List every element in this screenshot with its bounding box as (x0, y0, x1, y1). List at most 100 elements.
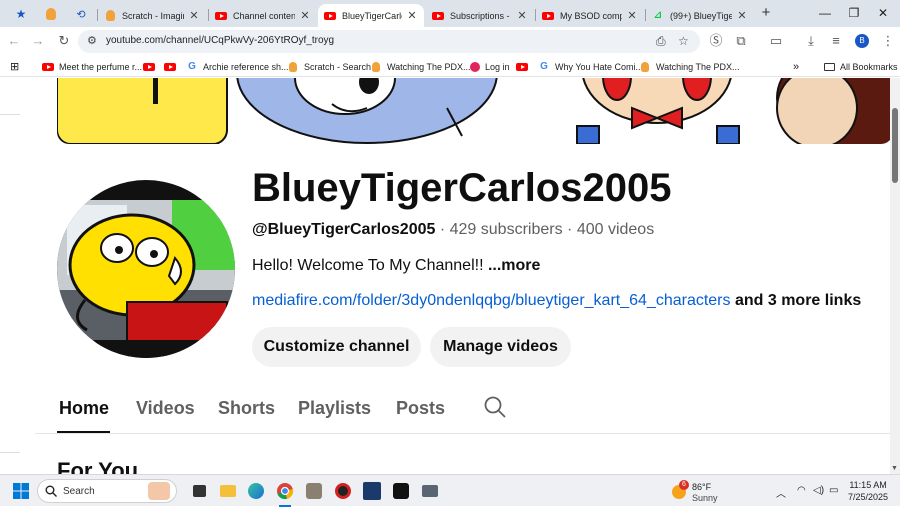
bookmark-item[interactable]: Watching The PDX... (370, 59, 471, 74)
close-tab-icon[interactable]: ✕ (626, 9, 638, 22)
channel-search-icon[interactable] (484, 396, 506, 418)
tab-search-icon[interactable]: ▭ (768, 33, 784, 49)
task-view-icon[interactable] (190, 482, 208, 500)
banner-artwork (57, 78, 890, 144)
scratch-icon (639, 61, 651, 73)
video-count: 400 videos (576, 221, 655, 238)
downloads-icon[interactable]: ⤓ (803, 33, 819, 49)
scrollbar-thumb[interactable] (892, 108, 898, 183)
bookmark-item[interactable]: G Why You Hate Comi... (538, 59, 643, 74)
bookmark-item[interactable]: Log in (470, 59, 510, 74)
search-highlight-icon (148, 482, 170, 500)
guide-divider (0, 452, 20, 453)
camera-app-icon[interactable] (421, 482, 439, 500)
forward-arrow-icon[interactable]: → (30, 33, 46, 49)
pinned-tab-scratch[interactable] (42, 5, 60, 23)
tabs-divider (35, 433, 890, 434)
browser-toolbar: ← → ↻ ⚙ youtube.com/channel/UCqPkwVy-206… (0, 27, 900, 56)
deviantart-icon (470, 61, 480, 72)
scroll-down-arrow-icon[interactable]: ▼ (891, 465, 898, 472)
tab-home[interactable]: Home (59, 398, 109, 419)
bookmark-star-icon[interactable]: ★ (12, 5, 30, 23)
bookmarks-overflow-icon[interactable]: » (793, 59, 799, 74)
windows-taskbar: Search 6 86°F Sunny ︿ ◠ ◁) ▭ 11:15 AM 7/… (0, 474, 900, 507)
tab-shorts[interactable]: Shorts (218, 398, 275, 419)
tray-overflow-chevron-icon[interactable]: ︿ (776, 485, 786, 500)
customize-channel-button[interactable]: Customize channel (252, 327, 421, 367)
all-bookmarks-folder[interactable]: All Bookmarks (824, 59, 898, 74)
media-app-icon[interactable] (305, 482, 323, 500)
edge-browser-icon[interactable] (247, 482, 265, 500)
volume-icon[interactable]: ◁) (813, 485, 824, 496)
description-more-link[interactable]: ...more (488, 257, 540, 274)
url-text[interactable]: youtube.com/channel/UCqPkwVy-206YtROyf_t… (106, 35, 334, 46)
tab-posts[interactable]: Posts (396, 398, 445, 419)
close-tab-icon[interactable]: ✕ (188, 9, 200, 22)
scratch-icon (104, 10, 116, 22)
bookmark-item[interactable]: Watching The PDX... (639, 59, 740, 74)
youtube-icon (542, 10, 554, 22)
youtube-icon (432, 10, 444, 22)
close-tab-icon[interactable]: ✕ (736, 9, 748, 22)
description-text: Hello! Welcome To My Channel!! (252, 257, 484, 274)
tab-playlists[interactable]: Playlists (298, 398, 371, 419)
wifi-icon[interactable]: ◠ (797, 485, 806, 496)
bookmark-star-outline-icon[interactable]: ☆ (678, 34, 689, 48)
bookmark-item[interactable]: Meet the perfume r... (42, 59, 142, 74)
back-arrow-icon[interactable]: ← (6, 33, 22, 49)
close-window-icon[interactable]: ✕ (873, 4, 893, 22)
close-tab-icon[interactable]: ✕ (299, 9, 311, 22)
youtube-icon (516, 61, 528, 73)
chrome-menu-icon[interactable]: ⋮ (880, 33, 896, 49)
google-icon: G (540, 61, 548, 72)
page-scrollbar[interactable]: ▼ (890, 78, 900, 474)
new-tab-button[interactable]: + (758, 5, 774, 21)
bookmark-item[interactable] (516, 59, 533, 74)
youtube-icon (42, 61, 54, 73)
reading-list-icon[interactable]: ≡ (828, 33, 844, 49)
close-tab-icon[interactable]: ✕ (516, 9, 528, 22)
bookmark-item[interactable]: Scratch - Search (287, 59, 371, 74)
recorder-app-icon[interactable] (334, 482, 352, 500)
apps-grid-icon[interactable]: ⊞ (10, 59, 19, 74)
bookmark-item[interactable] (143, 59, 160, 74)
channel-external-link[interactable]: mediafire.com/folder/3dy0ndenlqqbg/bluey… (252, 292, 731, 309)
scratch-icon (46, 8, 56, 20)
channel-links: mediafire.com/folder/3dy0ndenlqqbg/bluey… (252, 292, 861, 310)
manage-videos-button[interactable]: Manage videos (430, 327, 571, 367)
install-app-icon[interactable]: ⎙ (656, 34, 666, 49)
channel-banner (57, 78, 890, 144)
reload-icon[interactable]: ↻ (56, 33, 72, 49)
system-clock[interactable]: 11:15 AM 7/25/2025 (848, 479, 888, 503)
game-app-icon[interactable] (363, 482, 381, 500)
more-links-button[interactable]: and 3 more links (735, 292, 861, 309)
extensions-puzzle-icon[interactable]: ⧉ (733, 33, 749, 49)
close-tab-icon[interactable]: ✕ (406, 9, 418, 22)
extension-s-icon[interactable]: Ⓢ (708, 33, 724, 49)
site-info-icon[interactable]: ⚙ (87, 34, 97, 47)
tab-bsod-compilation[interactable]: My BSOD compilation - YouTube ✕ (536, 4, 644, 27)
capcut-app-icon[interactable] (392, 482, 410, 500)
address-bar[interactable]: ⚙ youtube.com/channel/UCqPkwVy-206YtROyf… (78, 30, 700, 53)
tab-scratch[interactable]: Scratch - Imagine, Program, Share ✕ (98, 4, 206, 27)
tab-deviantart[interactable]: ⊿ (99+) BlueyTigerCarlos2005 ✕ (646, 4, 754, 27)
taskbar-search-box[interactable]: Search (37, 479, 177, 503)
search-icon (45, 485, 57, 497)
channel-avatar[interactable] (57, 180, 235, 358)
battery-icon[interactable]: ▭ (829, 485, 838, 496)
channel-description[interactable]: Hello! Welcome To My Channel!! ...more (252, 257, 540, 275)
channel-name: BlueyTigerCarlos2005 (252, 166, 672, 210)
bookmark-item[interactable] (164, 59, 181, 74)
minimize-window-icon[interactable]: — (815, 4, 835, 22)
file-explorer-icon[interactable] (219, 482, 237, 500)
chrome-browser-icon[interactable] (276, 482, 294, 500)
tab-channel-content[interactable]: Channel content - YouTube Studio ✕ (209, 4, 317, 27)
bookmark-item[interactable]: G Archie reference sh... (186, 59, 288, 74)
tab-videos[interactable]: Videos (136, 398, 195, 419)
windows-start-icon[interactable] (12, 482, 30, 500)
pinned-tab-sync-icon[interactable]: ⟲ (72, 5, 90, 23)
profile-avatar[interactable]: B (855, 34, 869, 48)
tab-bluey-channel[interactable]: BlueyTigerCarlos2005 - YouTube ✕ (318, 4, 424, 27)
maximize-window-icon[interactable]: ❐ (844, 4, 864, 22)
tab-subscriptions[interactable]: Subscriptions - YouTube ✕ (426, 4, 534, 27)
